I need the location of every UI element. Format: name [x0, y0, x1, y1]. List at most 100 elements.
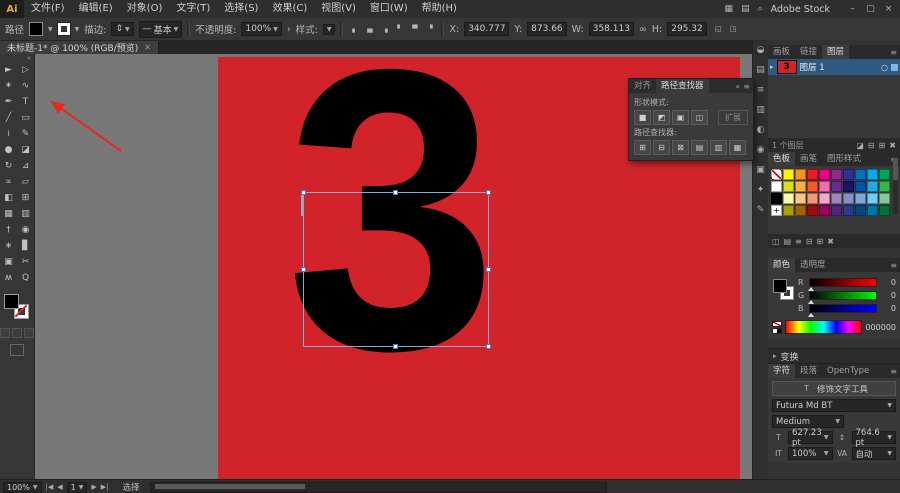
pathfinder-button[interactable]: ⊠: [672, 140, 689, 155]
swatch[interactable]: [771, 205, 782, 216]
pathfinder-button[interactable]: ▦: [729, 140, 746, 155]
tool[interactable]: T: [17, 94, 34, 110]
menu-item[interactable]: 文字(T): [169, 0, 217, 18]
tab-character[interactable]: 字符: [768, 364, 796, 378]
swatch[interactable]: [843, 205, 854, 216]
layers-footer-icon[interactable]: ◪: [856, 141, 864, 150]
menu-item[interactable]: 编辑(E): [72, 0, 120, 18]
tool[interactable]: ∗: [0, 238, 17, 254]
zoom-caret-icon[interactable]: ▼: [33, 484, 38, 491]
channel-value[interactable]: 0: [880, 304, 896, 313]
stroke-stepper-icon[interactable]: ⇕: [115, 24, 123, 34]
panel-collapse-icon[interactable]: «: [735, 82, 740, 91]
tool[interactable]: ▣: [0, 254, 17, 270]
last-artboard-button[interactable]: ▶|: [101, 483, 109, 491]
menu-item[interactable]: 窗口(W): [363, 0, 415, 18]
tab-paragraph[interactable]: 段落: [795, 364, 822, 378]
dock-panel-icon[interactable]: ▥: [756, 105, 765, 115]
swatch-scrollbar[interactable]: [893, 156, 898, 214]
font-caret-icon[interactable]: ▼: [887, 402, 892, 409]
next-artboard-button[interactable]: ▶: [91, 483, 96, 491]
tool[interactable]: ✒: [0, 94, 17, 110]
style-caret-icon[interactable]: ▼: [327, 26, 332, 33]
swatch[interactable]: [771, 193, 782, 204]
tab-color[interactable]: 颜色: [768, 258, 796, 272]
opacity-field[interactable]: 100% ▼: [241, 22, 282, 36]
dock-panel-icon[interactable]: ◐: [757, 125, 765, 135]
layers-footer-icon[interactable]: ✖: [889, 141, 896, 150]
fill-caret-icon[interactable]: ▼: [48, 26, 53, 33]
adobe-stock-label[interactable]: Adobe Stock: [771, 4, 830, 15]
pathfinder-button[interactable]: ▥: [710, 140, 727, 155]
align-button[interactable]: ▝: [423, 23, 436, 36]
swatch[interactable]: [807, 205, 818, 216]
tool[interactable]: ▭: [17, 110, 34, 126]
font-size-field[interactable]: 627.23 pt ▼: [788, 428, 833, 448]
horizontal-scrollbar[interactable]: [149, 481, 607, 493]
panel-menu-icon[interactable]: ≡: [890, 48, 900, 57]
menu-item[interactable]: 选择(S): [217, 0, 265, 18]
height-field[interactable]: 295.32: [667, 22, 707, 36]
stroke-weight-field[interactable]: ⇕ ▼: [111, 22, 134, 36]
tool[interactable]: ◉: [17, 222, 34, 238]
search-icon[interactable]: ⌕: [758, 4, 763, 14]
panel-menu-icon[interactable]: ≡: [743, 82, 750, 91]
transform-panel-bar[interactable]: ▸ 变换: [768, 348, 900, 364]
vertical-scale-field[interactable]: 100% ▼: [788, 447, 833, 460]
tool[interactable]: ≀: [0, 126, 17, 142]
channel-value[interactable]: 0: [880, 291, 896, 300]
width-field[interactable]: 358.113: [588, 22, 634, 36]
size-caret-icon[interactable]: ▼: [824, 434, 829, 441]
swatch-footer-icon[interactable]: ◫: [772, 237, 780, 246]
fill-thumb[interactable]: [773, 279, 787, 293]
maximize-button[interactable]: ▢: [862, 2, 879, 16]
selection-handle[interactable]: [393, 190, 398, 195]
stroke-color-swatch[interactable]: [56, 22, 71, 36]
tool[interactable]: ▷: [17, 62, 34, 78]
workspace-icon[interactable]: ▤: [741, 4, 750, 14]
swatch[interactable]: [867, 205, 878, 216]
expand-button[interactable]: 扩展: [718, 110, 748, 125]
layers-footer-icon[interactable]: ⊞: [879, 141, 886, 150]
swatch[interactable]: [843, 193, 854, 204]
tab-transparency[interactable]: 透明度: [795, 258, 831, 272]
swatch[interactable]: [855, 181, 866, 192]
stroke-weight-caret-icon[interactable]: ▼: [125, 26, 130, 33]
layer-name[interactable]: 图层 1: [800, 61, 825, 73]
swatch[interactable]: [867, 193, 878, 204]
tool[interactable]: ●: [0, 142, 17, 158]
swatch[interactable]: [771, 181, 782, 192]
pathfinder-button[interactable]: ▤: [691, 140, 708, 155]
toolbar-collapse-icon[interactable]: «: [0, 54, 34, 62]
selection-handle[interactable]: [486, 266, 491, 272]
dock-panel-icon[interactable]: ✎: [757, 205, 765, 215]
pathfinder-button[interactable]: ⊟: [653, 140, 670, 155]
swatch[interactable]: [807, 193, 818, 204]
tool[interactable]: ╱: [0, 110, 17, 126]
dock-panel-icon[interactable]: ▤: [756, 65, 765, 75]
control-extra-button[interactable]: ◱: [712, 23, 725, 36]
leading-field[interactable]: 764.6 pt ▼: [851, 428, 896, 448]
tool[interactable]: ▊: [17, 238, 34, 254]
black-white-tile[interactable]: [772, 327, 782, 334]
app-logo[interactable]: Ai: [0, 0, 24, 18]
layer-target-icon[interactable]: ○: [881, 63, 888, 72]
layer-expand-icon[interactable]: ▸: [770, 63, 774, 71]
vscale-caret-icon[interactable]: ▼: [824, 450, 829, 457]
swatch[interactable]: [783, 169, 794, 180]
swatch[interactable]: [783, 193, 794, 204]
prev-artboard-button[interactable]: ◀: [57, 483, 62, 491]
tool[interactable]: ↻: [0, 158, 17, 174]
tool[interactable]: ▱: [17, 174, 34, 190]
tab-opentype[interactable]: OpenType: [822, 364, 874, 378]
tab-brushes[interactable]: 画笔: [795, 152, 822, 166]
pathfinder-button[interactable]: ⊞: [634, 140, 651, 155]
swatch[interactable]: [867, 169, 878, 180]
align-button[interactable]: ▗: [378, 23, 391, 36]
layer-selection-chip[interactable]: [891, 63, 898, 71]
menu-item[interactable]: 效果(C): [265, 0, 314, 18]
slider-track[interactable]: [808, 277, 877, 291]
tool[interactable]: ʍ: [0, 270, 17, 286]
swatch[interactable]: [867, 181, 878, 192]
tab-swatches[interactable]: 色板: [768, 152, 796, 166]
